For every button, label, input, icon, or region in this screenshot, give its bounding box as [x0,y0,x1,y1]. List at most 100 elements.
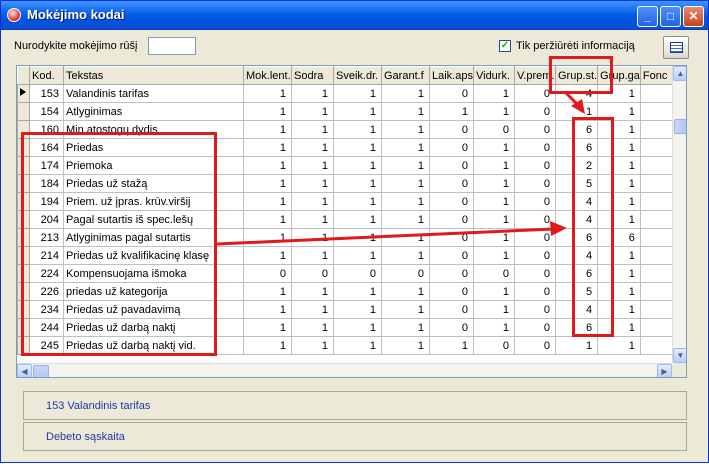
cell-value[interactable]: 1 [472,174,515,193]
cell-value[interactable]: 0 [243,264,292,283]
scroll-down-button[interactable]: ▼ [673,348,686,363]
cell-value[interactable]: 1 [597,336,641,355]
cell-value[interactable]: 1 [381,282,430,301]
cell-value[interactable]: 0 [513,318,556,337]
cell-value[interactable]: 1 [381,84,430,103]
cell-value[interactable]: 1 [381,228,430,247]
scroll-up-button[interactable]: ▲ [673,66,686,81]
cell-value[interactable]: 0 [513,102,556,121]
cell-value[interactable]: 0 [429,120,474,139]
cell-value[interactable]: 1 [472,210,515,229]
cell-value[interactable]: 0 [381,264,430,283]
cell-value[interactable]: 1 [472,246,515,265]
cell-code[interactable]: 153 [29,84,64,103]
cell-value[interactable]: 1 [472,156,515,175]
cell-value[interactable]: 1 [291,102,334,121]
cell-value[interactable]: 1 [381,120,430,139]
cell-value[interactable]: 1 [291,246,334,265]
cell-value[interactable]: 1 [243,210,292,229]
cell-value[interactable]: 1 [333,192,382,211]
cell-value[interactable]: 1 [333,282,382,301]
cell-value[interactable]: 1 [381,246,430,265]
cell-value[interactable]: 1 [243,246,292,265]
cell-value[interactable]: 1 [243,102,292,121]
cell-value[interactable]: 0 [291,264,334,283]
horizontal-scrollbar[interactable]: ◀ ▶ [17,363,672,377]
cell-code[interactable]: 154 [29,102,64,121]
cell-value[interactable]: 0 [429,228,474,247]
cell-value[interactable]: 1 [381,336,430,355]
cell-value[interactable]: 1 [243,228,292,247]
cell-value[interactable]: 0 [429,156,474,175]
cell-value[interactable]: 1 [381,102,430,121]
cell-value[interactable]: 1 [291,336,334,355]
cell-value[interactable]: 1 [243,300,292,319]
cell-value[interactable]: 1 [291,156,334,175]
cell-value[interactable]: 1 [291,282,334,301]
cell-value[interactable]: 1 [291,318,334,337]
cell-value[interactable]: 1 [243,120,292,139]
cell-value[interactable]: 1 [333,156,382,175]
cell-value[interactable]: 1 [333,318,382,337]
cell-value[interactable]: 1 [554,336,599,355]
cell-value[interactable]: 1 [243,174,292,193]
cell-value[interactable]: 0 [513,282,556,301]
cell-value[interactable]: 1 [472,102,515,121]
column-header[interactable]: Tekstas [63,66,244,85]
cell-value[interactable]: 1 [333,120,382,139]
cell-value[interactable]: 0 [429,138,474,157]
cell-value[interactable]: 1 [291,84,334,103]
column-header[interactable]: Sodra [291,66,334,85]
cell-value[interactable]: 1 [243,318,292,337]
cell-value[interactable]: 1 [429,102,474,121]
cell-value[interactable]: 1 [291,228,334,247]
close-button[interactable]: ✕ [683,6,704,27]
cell-value[interactable]: 1 [472,318,515,337]
cell-value[interactable]: 0 [513,228,556,247]
column-header[interactable]: Kod. [29,66,64,85]
view-only-checkbox[interactable]: ✓ [499,40,511,52]
cell-value[interactable]: 1 [333,228,382,247]
cell-value[interactable]: 1 [381,300,430,319]
column-header[interactable]: Garant.f [381,66,430,85]
cell-value[interactable]: 0 [513,192,556,211]
cell-value[interactable]: 1 [472,192,515,211]
scroll-left-button[interactable]: ◀ [17,364,32,377]
cell-value[interactable]: 1 [243,84,292,103]
cell-text[interactable]: Atlyginimas [63,102,244,121]
cell-text[interactable]: Valandinis tarifas [63,84,244,103]
cell-value[interactable]: 0 [429,300,474,319]
cell-value[interactable]: 1 [472,84,515,103]
column-header[interactable]: Mok.lent. [243,66,292,85]
cell-value[interactable]: 0 [513,210,556,229]
cell-value[interactable]: 1 [243,282,292,301]
cell-value[interactable]: 1 [291,300,334,319]
cell-value[interactable]: 0 [429,246,474,265]
cell-value[interactable]: 0 [429,84,474,103]
cell-value[interactable]: 1 [472,300,515,319]
cell-value[interactable]: 1 [381,138,430,157]
cell-value[interactable]: 1 [333,174,382,193]
cell-value[interactable]: 0 [513,264,556,283]
cell-value[interactable]: 1 [243,138,292,157]
title-bar[interactable]: Mokėjimo kodai _ □ ✕ [1,1,708,30]
cell-value[interactable]: 0 [429,210,474,229]
cell-value[interactable]: 0 [333,264,382,283]
cell-value[interactable]: 0 [513,174,556,193]
cell-value[interactable]: 1 [291,210,334,229]
column-header[interactable]: Vidurk. [472,66,515,85]
cell-value[interactable]: 0 [429,174,474,193]
cell-value[interactable]: 1 [429,336,474,355]
vertical-scroll-thumb[interactable] [674,119,686,134]
cell-value[interactable]: 1 [381,174,430,193]
cell-value[interactable]: 1 [333,210,382,229]
minimize-button[interactable]: _ [637,6,658,27]
cell-value[interactable]: 1 [243,192,292,211]
cell-value[interactable]: 1 [381,210,430,229]
horizontal-scroll-thumb[interactable] [33,365,49,377]
cell-value[interactable]: 1 [472,138,515,157]
export-button[interactable] [663,36,689,59]
cell-value[interactable]: 1 [333,84,382,103]
cell-value[interactable]: 0 [472,336,515,355]
scroll-right-button[interactable]: ▶ [657,364,672,377]
